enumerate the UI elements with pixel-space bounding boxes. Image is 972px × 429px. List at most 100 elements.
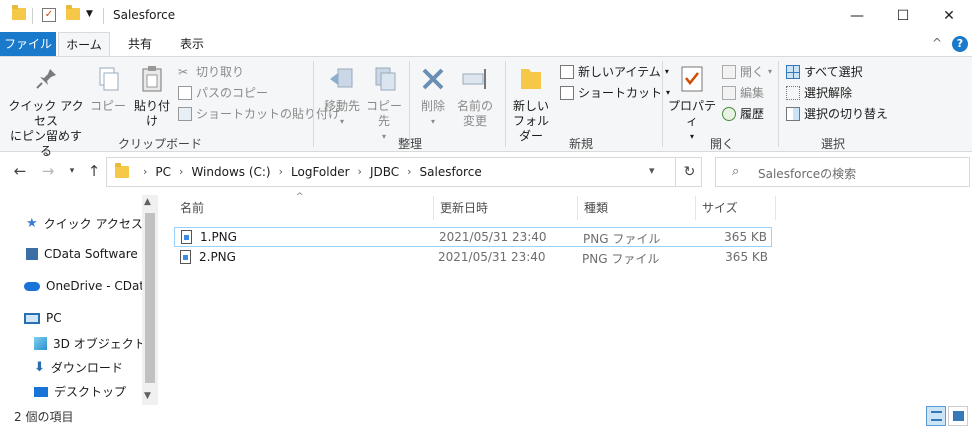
cut-button[interactable]: ✂ 切り取り	[178, 63, 244, 81]
paste-shortcut-label: ショートカットの貼り付け	[196, 107, 341, 121]
help-icon[interactable]: ?	[952, 36, 968, 52]
divider	[662, 61, 663, 147]
properties-button[interactable]: プロパティ ▾	[666, 63, 718, 144]
copy-to-button[interactable]: コピー先 ▾	[362, 63, 406, 144]
new-item-button[interactable]: 新しいアイテム ▾	[560, 63, 669, 81]
select-none-button[interactable]: 選択解除	[786, 84, 852, 102]
search-box[interactable]: ⌕ Salesforceの検索	[715, 157, 970, 187]
divider	[505, 61, 506, 147]
table-row[interactable]: 2.PNG 2021/05/31 23:40 PNG ファイル 365 KB	[174, 248, 772, 268]
divider	[103, 8, 104, 24]
title-bar: ✓ ▼ Salesforce — ☐ ✕	[0, 0, 972, 32]
nav-item-cdata-software[interactable]: CData Software	[26, 247, 138, 261]
chevron-right-icon[interactable]: ›	[275, 165, 287, 179]
select-all-label: すべて選択	[804, 65, 863, 79]
easy-access-button[interactable]: ショートカット ▾	[560, 84, 670, 102]
address-bar[interactable]: › PC › Windows (C:) › LogFolder › JDBC ›…	[106, 157, 702, 187]
chevron-right-icon[interactable]: ›	[354, 165, 366, 179]
paste-button[interactable]: 貼り付け	[130, 63, 174, 129]
nav-item-downloads[interactable]: ⬇ ダウンロード	[34, 359, 123, 376]
edit-icon	[722, 86, 736, 100]
nav-item-pc[interactable]: PC	[24, 311, 62, 325]
star-icon: ★	[26, 216, 38, 231]
invert-selection-button[interactable]: 選択の切り替え	[786, 105, 888, 123]
nav-item-label: 3D オブジェクト	[53, 337, 146, 351]
breadcrumb-logfolder[interactable]: LogFolder	[287, 165, 354, 179]
recent-locations-chevron-icon[interactable]: ▾	[62, 166, 82, 176]
column-header-type[interactable]: 種類	[578, 196, 696, 220]
tab-file[interactable]: ファイル	[0, 32, 56, 56]
properties-check-icon[interactable]: ✓	[42, 8, 56, 22]
select-all-button[interactable]: すべて選択	[786, 63, 863, 81]
table-row[interactable]: 1.PNG 2021/05/31 23:40 PNG ファイル 365 KB	[174, 227, 772, 247]
move-to-icon	[326, 63, 358, 95]
address-history-chevron-icon[interactable]: ▾	[649, 164, 655, 177]
nav-item-3d-objects[interactable]: 3D オブジェクト	[34, 335, 146, 352]
file-size: 365 KB	[724, 230, 767, 244]
group-label-organize: 整理	[397, 137, 422, 151]
column-header-name[interactable]: 名前	[174, 196, 434, 220]
paste-label: 貼り付け	[133, 99, 170, 128]
tab-home[interactable]: ホーム	[58, 32, 110, 56]
nav-item-quick-access[interactable]: ★ クイック アクセス	[26, 215, 143, 232]
download-arrow-icon: ⬇	[34, 360, 45, 375]
tab-share[interactable]: 共有	[118, 32, 162, 56]
collapse-ribbon-icon[interactable]: ^	[932, 36, 942, 50]
move-to-button[interactable]: 移動先 ▾	[320, 63, 364, 129]
path-icon	[178, 86, 192, 100]
new-folder-icon[interactable]	[66, 5, 80, 20]
chevron-right-icon[interactable]: ›	[403, 165, 415, 179]
copy-path-button[interactable]: パスのコピー	[178, 84, 268, 102]
column-header-size[interactable]: サイズ	[696, 196, 776, 220]
large-icons-view-button[interactable]	[948, 406, 968, 426]
nav-item-desktop[interactable]: デスクトップ	[34, 383, 126, 400]
forward-arrow-icon[interactable]: →	[38, 162, 58, 180]
open-button[interactable]: 開く ▾	[722, 63, 772, 81]
file-modified: 2021/05/31 23:40	[438, 250, 546, 264]
breadcrumb-jdbc[interactable]: JDBC	[366, 165, 403, 179]
back-arrow-icon[interactable]: ←	[10, 162, 30, 180]
history-label: 履歴	[740, 107, 765, 121]
customize-toolbar-chevron-icon[interactable]: ▼	[86, 9, 93, 19]
paste-shortcut-button[interactable]: ショートカットの貼り付け	[178, 105, 340, 123]
nav-scrollbar[interactable]: ▲ ▼	[142, 195, 158, 405]
rename-label-line1: 名前の	[456, 99, 493, 113]
search-icon: ⌕	[732, 164, 740, 179]
folder-icon[interactable]	[12, 5, 26, 20]
tab-view[interactable]: 表示	[170, 32, 214, 56]
breadcrumb-salesforce[interactable]: Salesforce	[416, 165, 486, 179]
close-button[interactable]: ✕	[926, 0, 972, 32]
rename-label-line2: 変更	[462, 114, 487, 128]
column-header-modified[interactable]: 更新日時	[434, 196, 578, 220]
divider	[32, 8, 33, 24]
chevron-right-icon[interactable]: ›	[175, 165, 187, 179]
scroll-down-icon[interactable]: ▼	[144, 391, 151, 401]
details-view-button[interactable]	[926, 406, 946, 426]
edit-button[interactable]: 編集	[722, 84, 764, 102]
history-button[interactable]: 履歴	[722, 105, 764, 123]
nav-item-label: PC	[46, 311, 62, 325]
move-to-label: 移動先	[323, 99, 360, 113]
maximize-button[interactable]: ☐	[880, 0, 926, 32]
delete-button[interactable]: 削除 ▾	[414, 63, 452, 129]
pin-label-line2: にピン留めする	[9, 129, 82, 158]
minimize-button[interactable]: —	[834, 0, 880, 32]
up-arrow-icon[interactable]: ↑	[84, 162, 104, 180]
cut-label: 切り取り	[196, 65, 245, 79]
new-folder-button[interactable]: 新しい フォルダー	[508, 63, 554, 144]
scroll-up-icon[interactable]: ▲	[144, 197, 151, 207]
search-placeholder[interactable]: Salesforceの検索	[758, 165, 856, 182]
refresh-icon[interactable]: ↻	[675, 158, 703, 186]
group-label-select: 選択	[820, 137, 845, 151]
scrollbar-thumb[interactable]	[145, 213, 155, 383]
file-size: 365 KB	[725, 250, 768, 264]
paste-shortcut-icon	[178, 107, 192, 121]
nav-item-onedrive[interactable]: OneDrive - CData	[24, 279, 151, 293]
select-none-label: 選択解除	[804, 86, 853, 100]
copy-label: コピー	[90, 99, 127, 113]
rename-button[interactable]: 名前の 変更	[454, 63, 496, 129]
breadcrumb-pc[interactable]: PC	[151, 165, 175, 179]
breadcrumb-windows-c[interactable]: Windows (C:)	[187, 165, 274, 179]
copy-button[interactable]: コピー	[90, 63, 126, 114]
pin-quick-access-button[interactable]: クイック アクセス にピン留めする	[6, 63, 86, 159]
